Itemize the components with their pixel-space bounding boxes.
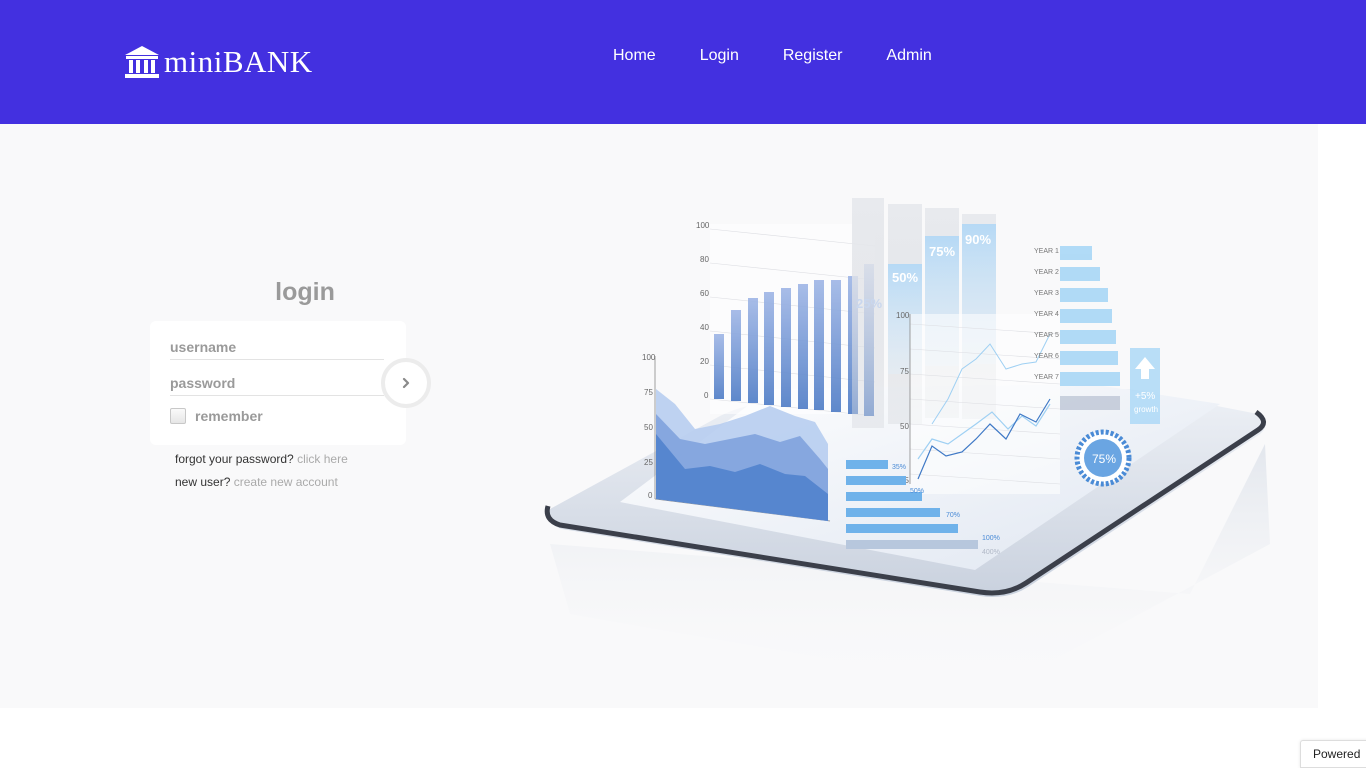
username-input[interactable] (170, 334, 384, 360)
percent-label: 75% (929, 244, 955, 259)
new-user-row: new user? create new account (175, 471, 348, 494)
nav-home[interactable]: Home (591, 46, 678, 66)
line-axis-tick: 100 (896, 311, 910, 320)
bar-axis-tick: 20 (700, 357, 709, 366)
login-form: remember (150, 321, 406, 445)
login-submit-button[interactable] (381, 358, 431, 408)
main-nav: Home Login Register Admin (591, 46, 954, 66)
navbar: miniBANK Home Login Register Admin (0, 0, 1366, 124)
gauge-value: 75% (1092, 452, 1116, 466)
progress-label: 100% (982, 535, 1000, 542)
progress-label: 50% (910, 488, 924, 495)
hero-section: login remember forgot your password? cli… (0, 124, 1318, 708)
year-label: YEAR 7 (1034, 374, 1059, 381)
nav-login[interactable]: Login (678, 46, 761, 66)
progress-label: 35% (892, 464, 906, 471)
area-axis-tick: 0 (648, 491, 653, 500)
progress-label: 70% (946, 512, 960, 519)
year-label: YEAR 4 (1034, 311, 1059, 318)
create-account-link[interactable]: create new account (234, 475, 338, 489)
bar-axis-tick: 80 (700, 255, 709, 264)
bar-chart-graphic: 100 80 60 40 20 0 (696, 221, 876, 417)
year-label: YEAR 3 (1034, 290, 1059, 297)
chevron-right-icon (402, 377, 410, 389)
brand-name: miniBANK (164, 44, 313, 79)
area-axis-tick: 25 (644, 458, 653, 467)
new-user-text: new user? (175, 475, 231, 489)
remember-row[interactable]: remember (170, 408, 263, 424)
bar-axis-tick: 0 (704, 391, 709, 400)
year-label: YEAR 6 (1034, 353, 1059, 360)
bar-axis-tick: 40 (700, 323, 709, 332)
percent-label: 50% (892, 270, 918, 285)
year-label: YEAR 2 (1034, 269, 1059, 276)
area-axis-tick: 100 (642, 353, 656, 362)
powered-badge[interactable]: Powered (1300, 740, 1366, 768)
forgot-password-link[interactable]: click here (297, 452, 348, 466)
bar-axis-tick: 100 (696, 221, 710, 230)
area-axis-tick: 75 (644, 388, 653, 397)
nav-register[interactable]: Register (761, 46, 865, 66)
percent-label: 25% (856, 296, 882, 311)
growth-value: +5% (1135, 391, 1155, 402)
login-title: login (275, 278, 335, 306)
brand-logo[interactable]: miniBANK (124, 44, 313, 80)
bar-axis-tick: 60 (700, 289, 709, 298)
percent-label: 90% (965, 232, 991, 247)
year-label: YEAR 1 (1034, 248, 1059, 255)
nav-admin[interactable]: Admin (864, 46, 953, 66)
growth-label: growth (1134, 405, 1158, 414)
forgot-text: forgot your password? (175, 452, 294, 466)
account-links: forgot your password? click here new use… (175, 448, 348, 494)
password-input[interactable] (170, 370, 384, 396)
line-axis-tick: 50 (900, 422, 909, 431)
gauge-graphic: 75% (1074, 429, 1132, 487)
remember-checkbox[interactable] (170, 408, 186, 424)
progress-label: 400% (982, 549, 1000, 556)
bank-icon (125, 46, 159, 78)
tablet-analytics-illustration: 100 80 60 40 20 0 25% 50% 75% 90% 100 75… (544, 198, 1270, 689)
forgot-row: forgot your password? click here (175, 448, 348, 471)
line-axis-tick: 75 (900, 367, 909, 376)
year-label: YEAR 5 (1034, 332, 1059, 339)
remember-label: remember (195, 408, 263, 424)
area-axis-tick: 50 (644, 423, 653, 432)
